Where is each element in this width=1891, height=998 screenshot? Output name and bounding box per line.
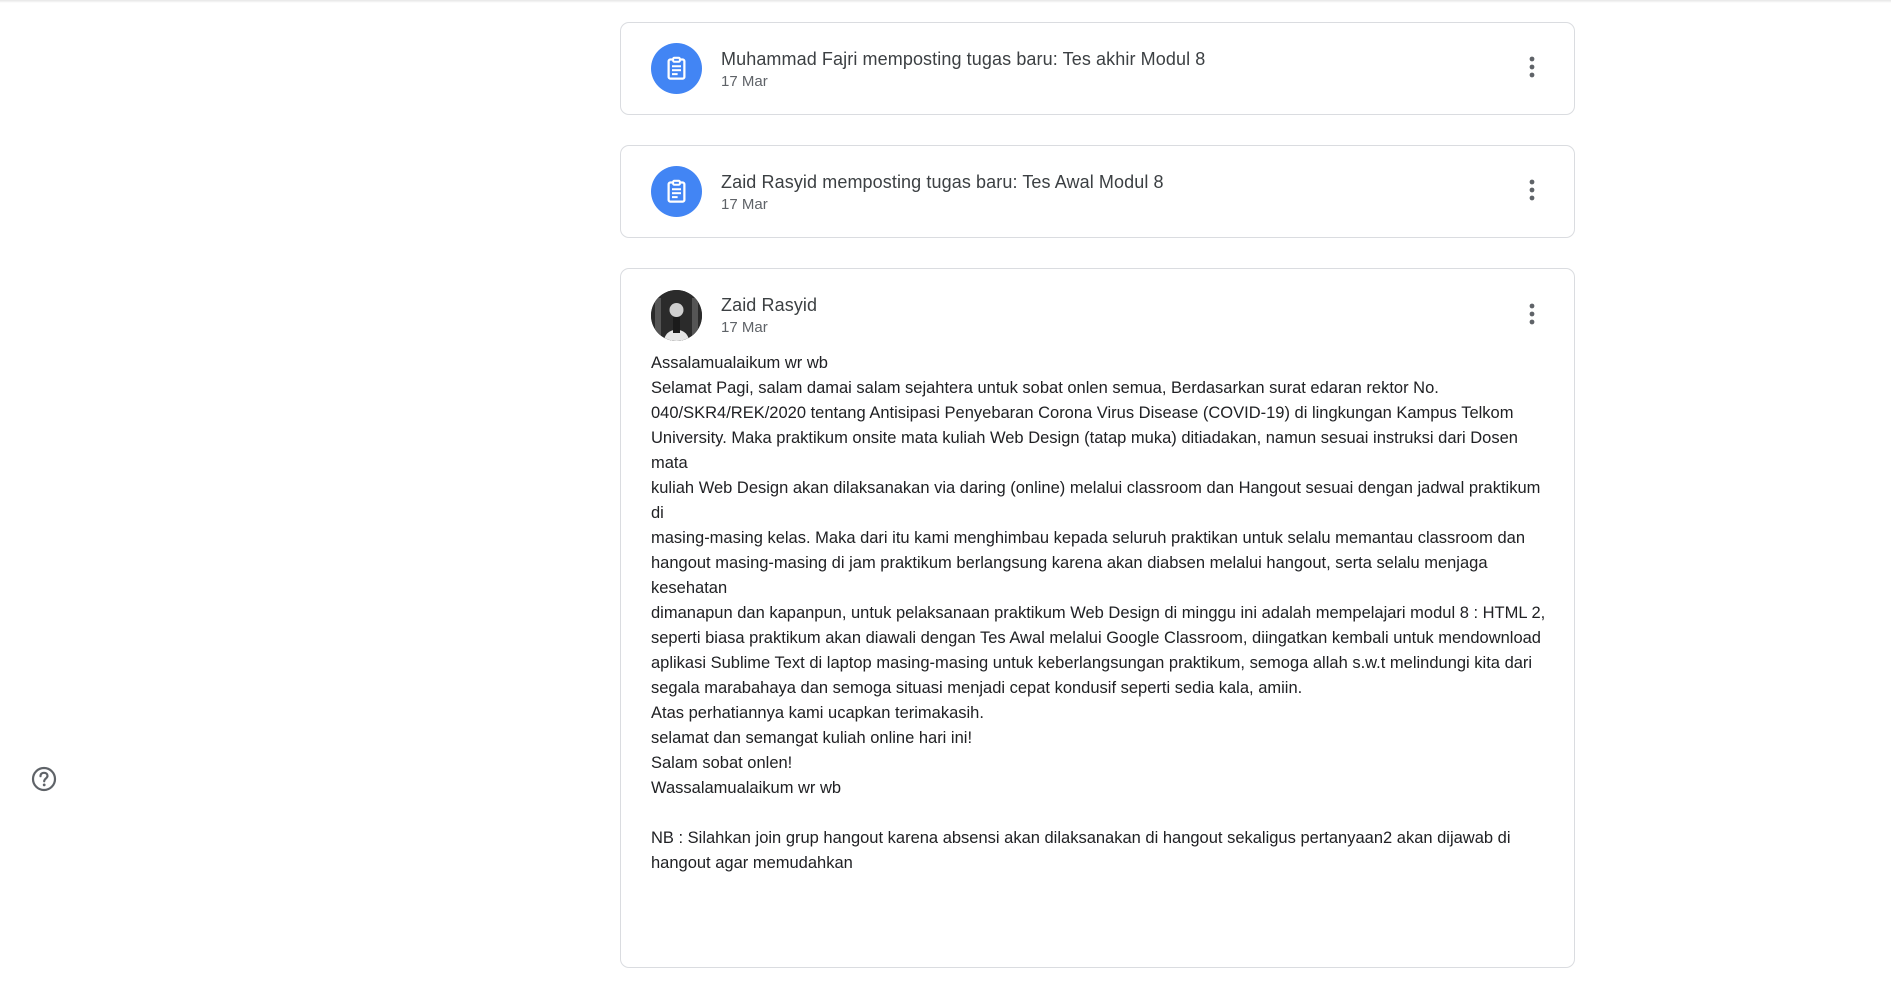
help-circle-icon[interactable] <box>30 765 58 793</box>
more-vert-icon[interactable] <box>1520 302 1544 326</box>
class-stream: Muhammad Fajri memposting tugas baru: Te… <box>620 22 1575 998</box>
stream-item-assignment[interactable]: Muhammad Fajri memposting tugas baru: Te… <box>620 22 1575 115</box>
avatar[interactable] <box>651 290 702 341</box>
stream-item-title[interactable]: Zaid Rasyid memposting tugas baru: Tes A… <box>721 172 1164 193</box>
post-author: Zaid Rasyid <box>721 295 818 315</box>
assignment-icon <box>651 166 702 217</box>
post-body: Assalamualaikum wr wb Selamat Pagi, sala… <box>651 354 1546 872</box>
post-date: 17 Mar <box>721 319 768 336</box>
stream-item-assignment[interactable]: Zaid Rasyid memposting tugas baru: Tes A… <box>620 145 1575 238</box>
assignment-icon <box>651 43 702 94</box>
stream-item-title[interactable]: Muhammad Fajri memposting tugas baru: Te… <box>721 49 1205 70</box>
stream-item-date: 17 Mar <box>721 196 768 213</box>
top-bar-shadow <box>0 0 1891 3</box>
stream-item-announcement: Zaid Rasyid 17 Mar Assalamualaikum wr wb… <box>620 268 1575 968</box>
stream-item-date: 17 Mar <box>721 73 768 90</box>
more-vert-icon[interactable] <box>1520 55 1544 79</box>
more-vert-icon[interactable] <box>1520 178 1544 202</box>
